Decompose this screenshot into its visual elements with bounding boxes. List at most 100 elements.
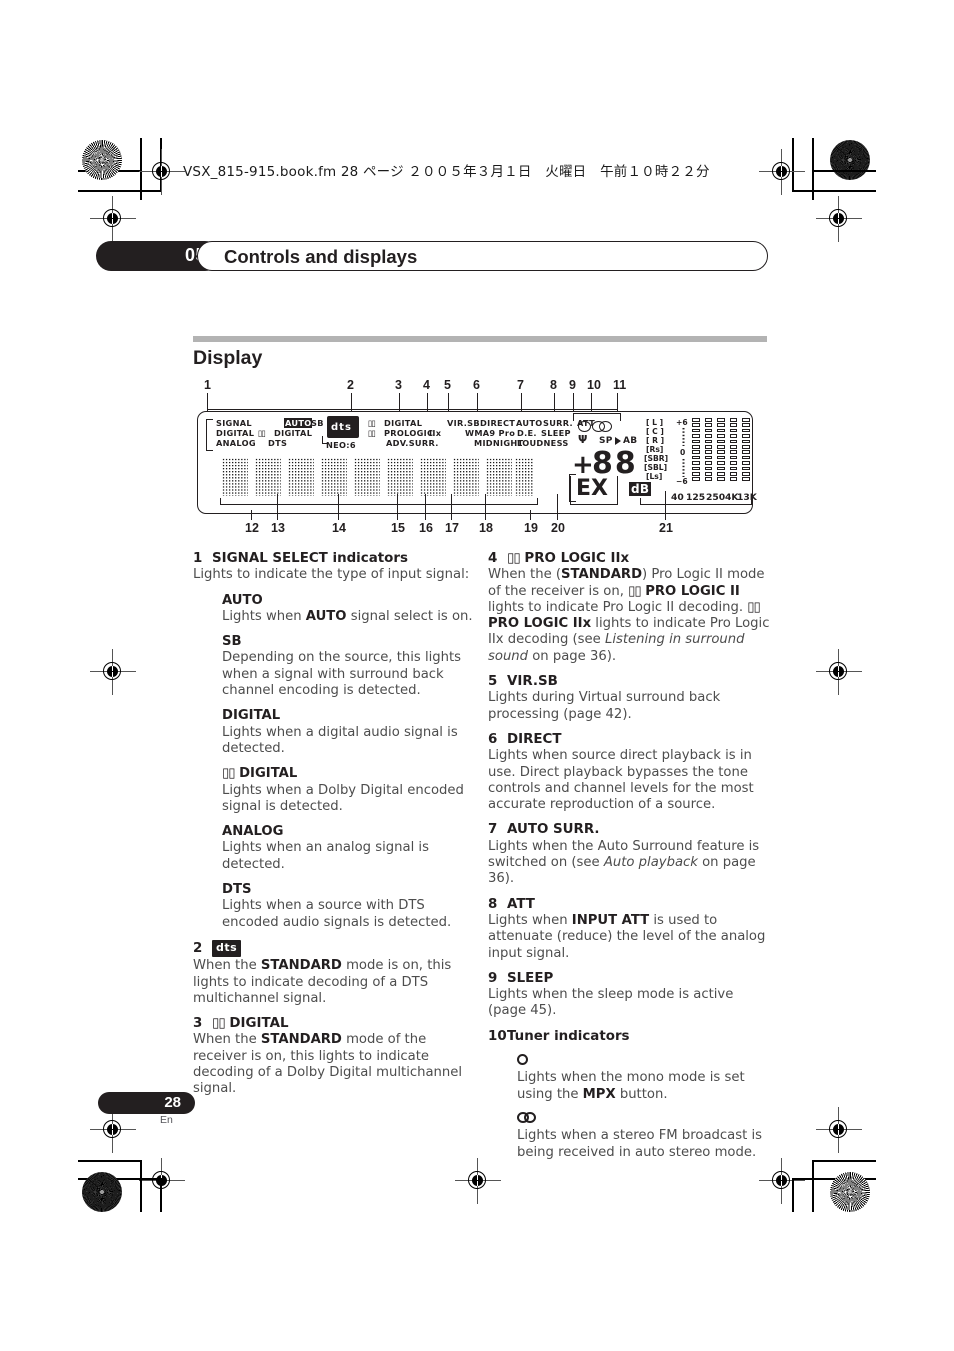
meter-scale-dots-2: [682, 458, 685, 477]
item-9-heading: 9 SLEEP: [488, 971, 771, 987]
callout-16: 16: [419, 521, 433, 535]
channel-label-Rs: [Rs]: [646, 445, 664, 454]
dts-logo: dts: [212, 939, 242, 958]
item-10-title: Tuner indicators: [507, 1028, 630, 1044]
leader-21: [665, 491, 667, 520]
item-10-number: 10: [488, 1028, 507, 1044]
stereo-double-circle-icon-2: [599, 421, 612, 432]
channel-label-R: [ R ]: [646, 436, 665, 445]
sub-sb: SB Depending on the source, this lights …: [222, 634, 476, 699]
indicator-wma9pro: WMA9 Pro: [465, 428, 516, 438]
sp-arrow-icon: [615, 437, 621, 445]
indicator-sp: SP: [599, 436, 613, 446]
indicator-sb: SB: [311, 418, 324, 428]
callout-2: 2: [347, 378, 354, 392]
callout-17: 17: [445, 521, 459, 535]
item-1-heading: 1 SIGNAL SELECT indicators: [193, 551, 476, 567]
indicator-digital: DIGITAL: [216, 428, 255, 438]
meter-scale-plus6: +6: [676, 418, 688, 427]
sub-tuner-mono-b2: button.: [615, 1086, 668, 1102]
indicator-auto-surround: AUTO: [516, 418, 543, 428]
item-4-b3: lights to indicate Pro Logic II decoding…: [488, 599, 748, 615]
leader-16: [425, 494, 427, 520]
item-3: 3 ▯▯ DIGITAL When the STANDARD mode of t…: [193, 1016, 476, 1097]
indicator-db: dB: [629, 482, 652, 496]
indicator-loudness: LOUDNESS: [517, 438, 569, 448]
registration-starburst-tl: [82, 140, 122, 180]
dot-matrix-bracket: [220, 498, 538, 505]
leader-13: [277, 494, 279, 520]
mono-circle-icon: [517, 1054, 528, 1066]
registration-cross-right-middle: [816, 649, 862, 695]
item-5-title: VIR.SB: [507, 674, 558, 690]
indicator-dolby-digital-center: DIGITAL: [384, 418, 423, 428]
item-1-intro: Lights to indicate the type of input sig…: [193, 567, 470, 583]
sub-auto-body-post: signal select is on.: [346, 608, 473, 624]
sub-auto-body-pre: Lights when: [222, 608, 306, 624]
item-2-number: 2: [193, 940, 203, 956]
channel-label-SBL: [SBL]: [644, 463, 668, 472]
registration-cross-left-upper: [90, 196, 136, 242]
item-4: 4 ▯▯ PRO LOGIC IIx When the (STANDARD) P…: [488, 551, 771, 665]
item-1-title: SIGNAL SELECT indicators: [212, 551, 408, 566]
sub-analog: ANALOG Lights when an analog signal is d…: [222, 824, 476, 873]
item-3-body-1: When the: [193, 1032, 261, 1048]
body-column-left: 1 SIGNAL SELECT indicators Lights to ind…: [193, 551, 476, 1098]
indicator-de: D.E.: [517, 428, 537, 438]
item-5: 5 VIR.SB Lights during Virtual surround …: [488, 674, 771, 723]
dts-bracket: [322, 436, 328, 444]
sub-tuner-mono-icon-row: [517, 1054, 771, 1070]
dolby-double-d-icon-2: ▯▯: [368, 418, 376, 428]
front-panel-display: SIGNAL DIGITAL ANALOG AUTO SB ▯▯ DIGITAL…: [197, 411, 757, 514]
crop-mark-tr-h2: [792, 190, 876, 192]
indicator-neo6: NEO:6: [326, 440, 356, 450]
dot-matrix-char-5: [354, 458, 380, 496]
item-7-body: Lights when the Auto Surround feature is…: [488, 839, 771, 888]
callout-13: 13: [271, 521, 285, 535]
dot-matrix-char-8: [453, 458, 479, 496]
item-6: 6 DIRECT Lights when source direct playb…: [488, 732, 771, 813]
item-5-heading: 5 VIR.SB: [488, 674, 771, 690]
callout-9: 9: [569, 378, 576, 392]
registration-cross-bottom-center: [455, 1158, 501, 1204]
registration-cross-right-upper: [816, 196, 862, 242]
sub-tuner-mono-b1b: MPX: [582, 1086, 616, 1102]
sub-sb-body: Depending on the source, this lights whe…: [222, 650, 462, 699]
sub-sb-heading: SB: [222, 634, 242, 650]
stereo-double-circle-icon: [517, 1111, 537, 1123]
leader-14: [338, 494, 340, 520]
antenna-icon: Ψ: [578, 433, 588, 446]
item-2-body-bold: STANDARD: [260, 958, 342, 974]
indicator-adv-surr: ADV.SURR.: [386, 438, 439, 448]
item-7-heading: 7 AUTO SURR.: [488, 822, 771, 838]
display-figure: 1 2 3 4 5 6 7 8 9 10 11 SIGNAL DIGITAL A…: [193, 378, 767, 538]
sub-tuner-mono: Lights when the mono mode is set using t…: [517, 1054, 771, 1103]
item-3-title: DIGITAL: [229, 1016, 289, 1032]
indicator-auto-signal-select: AUTO: [284, 418, 313, 428]
crop-mark-br-v2: [792, 1178, 794, 1212]
crop-mark-bl-v: [140, 1160, 142, 1212]
dot-matrix-char-6: [387, 458, 413, 496]
callout-6: 6: [473, 378, 480, 392]
item-1-number: 1: [193, 551, 203, 566]
crop-mark-br-h: [812, 1160, 876, 1162]
item-2-body: When the STANDARD mode is on, this light…: [193, 958, 476, 1007]
dot-matrix-char-1: [222, 458, 248, 496]
dolby-double-d-icon-item4c: ▯▯: [747, 599, 760, 615]
indicator-sleep: SLEEP: [541, 428, 571, 438]
callout-8: 8: [550, 378, 557, 392]
channel-label-C: [ C ]: [646, 427, 664, 436]
item-8-b1b: INPUT ATT: [571, 912, 650, 928]
sub-dts-body: Lights when a source with DTS encoded au…: [222, 898, 452, 930]
item-4-b3b: PRO LOGIC IIx: [488, 616, 592, 632]
leader-19: [530, 510, 532, 520]
dot-matrix-char-9: [486, 458, 512, 496]
leader-18: [485, 494, 487, 520]
item-2-heading: 2 dts: [193, 939, 476, 958]
dot-matrix-char-3: [288, 458, 314, 496]
item-10-heading: 10 Tuner indicators: [488, 1029, 771, 1045]
callout-4: 4: [423, 378, 430, 392]
chapter-title: Controls and displays: [224, 246, 418, 267]
sub-auto: AUTO Lights when AUTO signal select is o…: [222, 593, 476, 626]
indicator-analog: ANALOG: [216, 438, 256, 448]
